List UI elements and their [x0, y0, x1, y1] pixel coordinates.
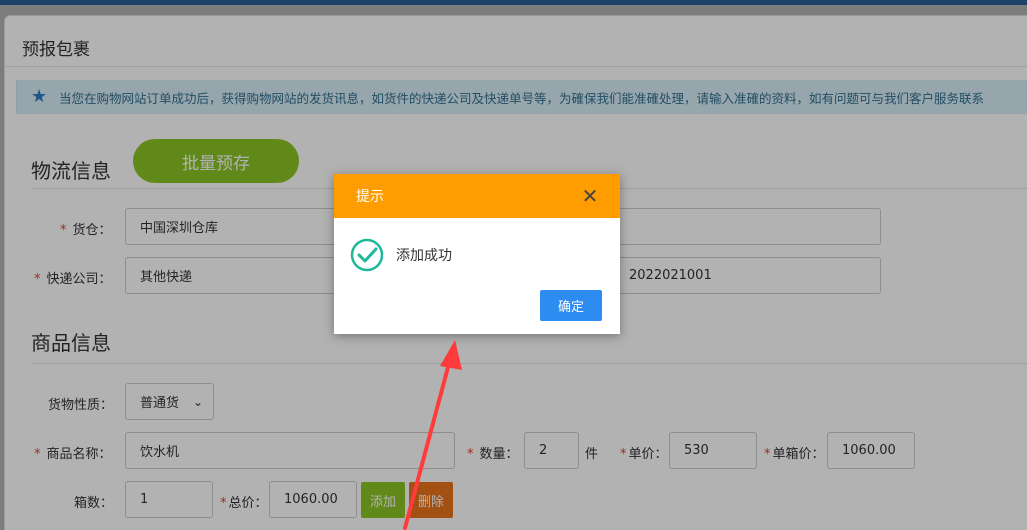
annotation-arrow [403, 340, 462, 530]
